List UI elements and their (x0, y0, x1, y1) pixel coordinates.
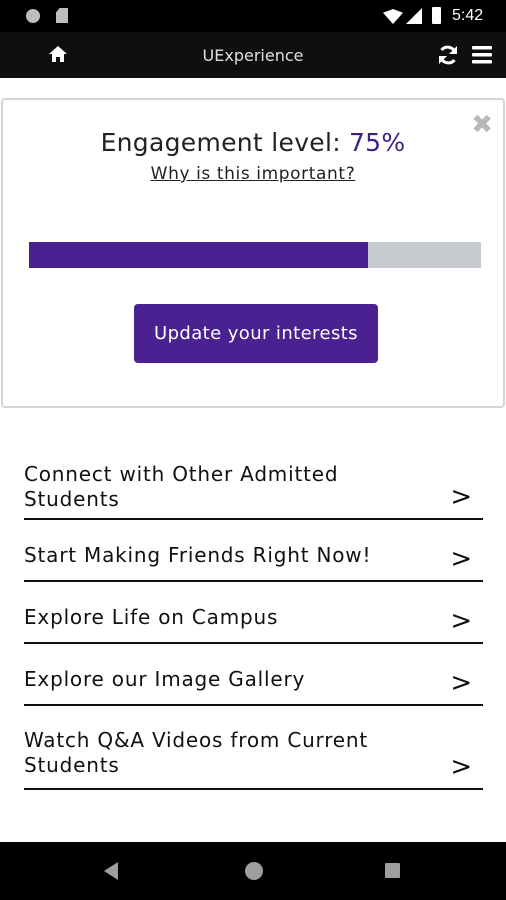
list-item-connect[interactable]: Connect with Other Admitted Students > (24, 452, 483, 520)
list-item-gallery[interactable]: Explore our Image Gallery > (24, 644, 483, 706)
chevron-right-icon: > (450, 668, 473, 698)
app-bar: UExperience (0, 32, 506, 78)
recents-icon[interactable] (385, 863, 400, 878)
engagement-label: Engagement level: (100, 128, 341, 157)
back-icon[interactable] (104, 862, 118, 880)
list-item-label: Watch Q&A Videos from Current Students (24, 728, 369, 777)
engagement-heading: Engagement level: 75% (3, 128, 503, 157)
system-nav-bar (0, 842, 506, 900)
wifi-icon (383, 9, 403, 24)
hamburger-menu-icon[interactable] (472, 46, 492, 64)
list-item-label: Explore Life on Campus (24, 605, 279, 629)
status-bar: 5:42 (0, 0, 506, 32)
list-item-label: Connect with Other Admitted Students (24, 462, 339, 511)
cellular-signal-icon (406, 8, 422, 24)
list-item-friends[interactable]: Start Making Friends Right Now! > (24, 520, 483, 582)
engagement-progress-bar (29, 242, 481, 268)
list-item-label: Start Making Friends Right Now! (24, 543, 372, 567)
home-circle-icon[interactable] (245, 862, 263, 880)
refresh-icon[interactable] (437, 44, 459, 66)
list-item-label: Explore our Image Gallery (24, 667, 306, 691)
list-item-qa-videos[interactable]: Watch Q&A Videos from Current Students > (24, 706, 483, 790)
menu-list: Connect with Other Admitted Students > S… (24, 452, 483, 790)
update-interests-button[interactable]: Update your interests (134, 304, 378, 363)
engagement-card: ✖ Engagement level: 75% Why is this impor… (1, 98, 505, 408)
battery-icon (432, 7, 441, 24)
status-time: 5:42 (452, 7, 484, 24)
app-title: UExperience (202, 46, 304, 65)
chevron-right-icon: > (450, 482, 473, 512)
engagement-percent: 75% (348, 128, 406, 157)
chevron-right-icon: > (450, 752, 473, 782)
list-item-campus-life[interactable]: Explore Life on Campus > (24, 582, 483, 644)
why-important-link[interactable]: Why is this important? (3, 164, 503, 184)
notification-dot-icon (26, 9, 40, 23)
chevron-right-icon: > (450, 606, 473, 636)
sd-card-icon (56, 8, 68, 23)
chevron-right-icon: > (450, 544, 473, 574)
engagement-progress-fill (29, 242, 368, 268)
